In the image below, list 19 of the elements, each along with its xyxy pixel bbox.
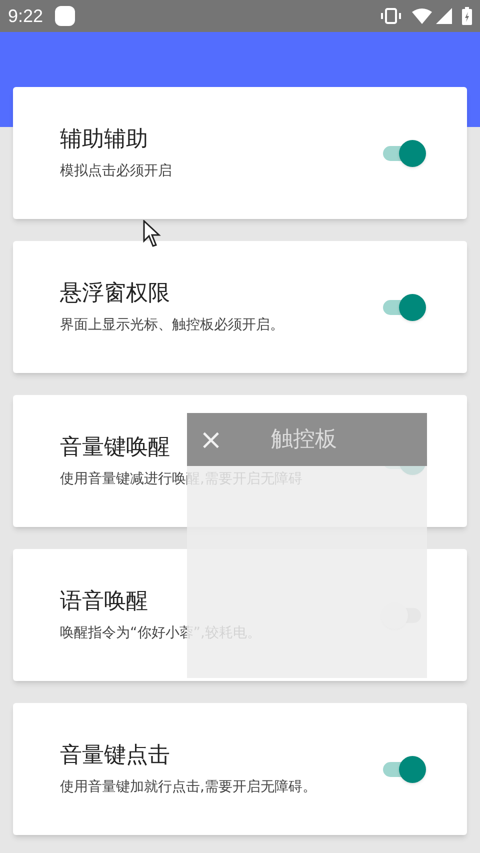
notification-icon xyxy=(55,6,76,26)
close-button[interactable]: × xyxy=(187,413,235,466)
setting-title: 音量键点击 xyxy=(60,742,170,770)
setting-title: 辅助辅助 xyxy=(60,126,148,154)
battery-icon xyxy=(462,7,472,25)
toggle-switch[interactable] xyxy=(381,139,427,167)
setting-title: 语音唤醒 xyxy=(60,588,148,616)
toggle-switch[interactable] xyxy=(381,755,427,783)
vibrate-icon xyxy=(380,8,402,24)
wifi-icon xyxy=(412,8,432,24)
panel-title: 触控板 xyxy=(271,426,337,454)
setting-description: 模拟点击必须开启 xyxy=(60,162,172,180)
setting-description: 界面上显示光标、触控板必须开启。 xyxy=(60,316,284,334)
clock: 9:22 xyxy=(8,4,44,28)
signal-icon xyxy=(436,8,452,24)
toggle-switch[interactable] xyxy=(381,293,427,321)
setting-title: 悬浮窗权限 xyxy=(60,280,170,308)
setting-description: 使用音量键加就行点击,需要开启无障碍。 xyxy=(60,778,316,796)
setting-title: 音量键唤醒 xyxy=(60,434,170,462)
